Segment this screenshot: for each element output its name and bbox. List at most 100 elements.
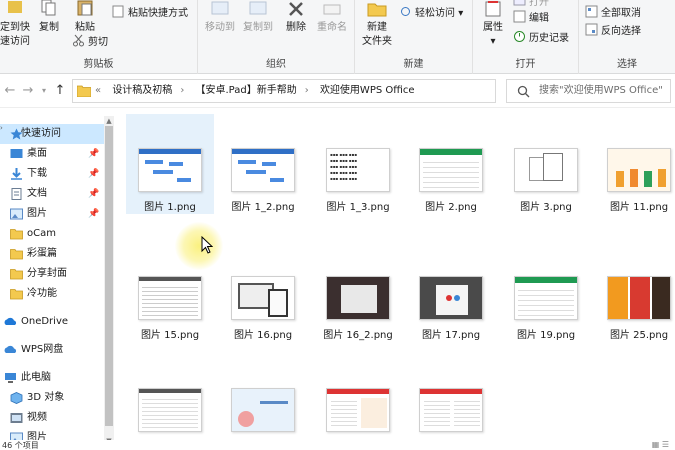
file-item[interactable]: 图片 16.png <box>219 242 307 342</box>
file-item[interactable]: 图片 17.png <box>407 242 495 342</box>
delete-button[interactable]: 删除 <box>282 0 310 35</box>
file-name: 图片 3.png <box>520 202 572 213</box>
search-input[interactable]: 搜索"欢迎使用WPS Office" <box>506 79 671 103</box>
expand-chevron-icon[interactable]: › <box>0 124 6 134</box>
new-group-label: 新建 <box>403 59 424 70</box>
sidebar-scrollbar[interactable]: ▲ ▼ <box>104 116 114 446</box>
back-button[interactable]: ← <box>2 82 18 100</box>
file-name: 图片 1_3.png <box>326 202 390 213</box>
sidebar-item-folder[interactable]: 彩蛋篇 <box>0 244 104 264</box>
copy-button[interactable]: 复制 <box>34 0 64 35</box>
edit-button[interactable]: 编辑 <box>513 10 549 28</box>
address-bar[interactable]: « 设计稿及初稿› 【安卓.Pad】新手帮助› 欢迎使用WPS Office ⌄… <box>72 79 562 103</box>
copy-icon <box>41 0 56 16</box>
document-icon <box>11 188 22 200</box>
mouse-cursor-icon <box>201 236 213 254</box>
move-to-button[interactable]: 移动到 <box>202 0 238 35</box>
properties-button[interactable]: 属性 ▾ <box>477 0 509 49</box>
sidebar-item-this-pc[interactable]: 此电脑 <box>0 368 104 388</box>
sidebar-item-3d-objects[interactable]: 3D 对象 <box>0 388 104 408</box>
file-item[interactable]: 图片 1_2.png <box>219 114 307 214</box>
file-thumbnail <box>326 276 390 320</box>
recent-locations-button[interactable]: ▾ <box>36 82 52 100</box>
sidebar-item-videos[interactable]: 视频 <box>0 408 104 428</box>
pin-icon[interactable]: 📌 <box>88 204 99 224</box>
file-item[interactable]: 组合 14.png <box>314 354 402 450</box>
file-thumbnail <box>514 148 578 192</box>
chevron-down-icon: ▾ <box>41 86 46 95</box>
file-item[interactable]: 图片 30.png <box>126 354 214 450</box>
file-item[interactable]: 图片 1.png <box>126 114 214 214</box>
file-item[interactable]: 图片 3.png <box>502 114 590 214</box>
paste-shortcut-button[interactable]: 粘贴快捷方式 <box>112 5 188 23</box>
breadcrumb-item[interactable]: 【安卓.Pad】新手帮助 <box>196 85 297 96</box>
scissors-icon <box>73 34 84 47</box>
picture-icon <box>10 208 23 220</box>
file-thumbnail <box>231 388 295 432</box>
sidebar-item-wps-drive[interactable]: WPS网盘 <box>0 340 104 360</box>
breadcrumb-item[interactable]: 设计稿及初稿 <box>112 85 172 96</box>
select-none-icon <box>585 5 598 18</box>
file-item[interactable]: 图片 11.png <box>595 114 675 214</box>
invert-selection-button[interactable]: 反向选择 <box>585 23 641 41</box>
history-button[interactable]: 历史记录 <box>513 30 569 48</box>
easy-access-icon <box>401 7 410 16</box>
pin-icon[interactable]: 📌 <box>88 144 99 164</box>
sidebar-item-onedrive[interactable]: OneDrive <box>0 312 104 332</box>
forward-button[interactable]: → <box>20 82 36 100</box>
chevron-right-icon[interactable]: › <box>305 85 309 96</box>
file-thumbnail <box>514 276 578 320</box>
pin-quick-access-button[interactable]: 定到快 速访问 <box>0 0 30 49</box>
sidebar-item-folder[interactable]: 分享封面 <box>0 264 104 284</box>
clipboard-group: 定到快 速访问 复制 粘贴 粘贴快捷方式 剪切 剪贴板 <box>0 0 198 74</box>
paste-button[interactable]: 粘贴 <box>70 0 100 35</box>
file-thumbnail <box>138 388 202 432</box>
desktop-icon <box>10 149 23 158</box>
cut-button[interactable]: 剪切 <box>72 34 108 52</box>
file-item[interactable]: 图片 19.png <box>502 242 590 342</box>
folder-icon <box>10 249 23 260</box>
file-item[interactable]: ▪▪▪ ▪▪▪ ▪▪▪ ▪▪▪ ▪▪▪ ▪▪▪ ▪▪▪ ▪▪▪ ▪▪▪ ▪▪▪ ▪▪▪… <box>314 114 402 214</box>
file-thumbnail: ▪▪▪ ▪▪▪ ▪▪▪ ▪▪▪ ▪▪▪ ▪▪▪ ▪▪▪ ▪▪▪ ▪▪▪ ▪▪▪ ▪▪▪… <box>326 148 390 192</box>
sidebar-item-desktop[interactable]: 桌面 📌 <box>0 144 104 164</box>
sidebar-item-documents[interactable]: 文档 📌 <box>0 184 104 204</box>
file-item[interactable]: 图片 25.png <box>595 242 675 342</box>
breadcrumb-item[interactable]: 欢迎使用WPS Office <box>320 85 415 96</box>
up-button[interactable]: ↑ <box>52 82 68 100</box>
easy-access-button[interactable]: 轻松访问 ▾ <box>399 5 463 23</box>
cloud-icon <box>4 317 17 325</box>
video-icon <box>10 413 23 423</box>
scroll-thumb[interactable] <box>105 126 113 426</box>
sidebar-item-quick-access[interactable]: 快速访问 <box>0 124 104 144</box>
copy-to-button[interactable]: 复制到 <box>240 0 276 35</box>
move-icon <box>211 1 229 15</box>
organize-group-label: 组织 <box>266 59 286 70</box>
ribbon: 定到快 速访问 复制 粘贴 粘贴快捷方式 剪切 剪贴板 移动到 复制到 删除 重… <box>0 0 675 74</box>
file-item[interactable]: 图片 16_2.png <box>314 242 402 342</box>
file-item[interactable]: 组合 15.png <box>407 354 495 450</box>
chevron-down-icon: ▾ <box>458 8 464 19</box>
file-item[interactable]: 图片 2.png <box>407 114 495 214</box>
folder-icon <box>10 229 23 240</box>
download-icon <box>11 168 22 180</box>
select-none-button[interactable]: 全部取消 <box>585 5 641 23</box>
search-icon <box>517 85 530 98</box>
pin-icon[interactable]: 📌 <box>88 164 99 184</box>
rename-icon <box>323 4 341 15</box>
sidebar-item-downloads[interactable]: 下载 📌 <box>0 164 104 184</box>
sidebar-item-ocam[interactable]: oCam <box>0 224 104 244</box>
overflow-chevron[interactable]: « <box>95 85 101 96</box>
file-name: 图片 17.png <box>421 330 481 341</box>
sidebar-item-folder[interactable]: 冷功能 <box>0 284 104 304</box>
chevron-right-icon[interactable]: › <box>180 85 184 96</box>
cube-icon <box>10 392 23 404</box>
scroll-up-arrow[interactable]: ▲ <box>104 116 114 126</box>
sidebar-item-pictures[interactable]: 图片 📌 <box>0 204 104 224</box>
item-count: 46 个项目 <box>2 441 39 450</box>
file-name: 图片 25.png <box>609 330 669 341</box>
rename-button[interactable]: 重命名 <box>314 0 350 35</box>
new-folder-button[interactable]: 新建 文件夹 <box>359 0 395 49</box>
pin-icon[interactable]: 📌 <box>88 184 99 204</box>
view-toggle-icon[interactable]: ▦ ☰ <box>652 440 669 449</box>
file-item[interactable]: 图片 39.png <box>219 354 307 450</box>
